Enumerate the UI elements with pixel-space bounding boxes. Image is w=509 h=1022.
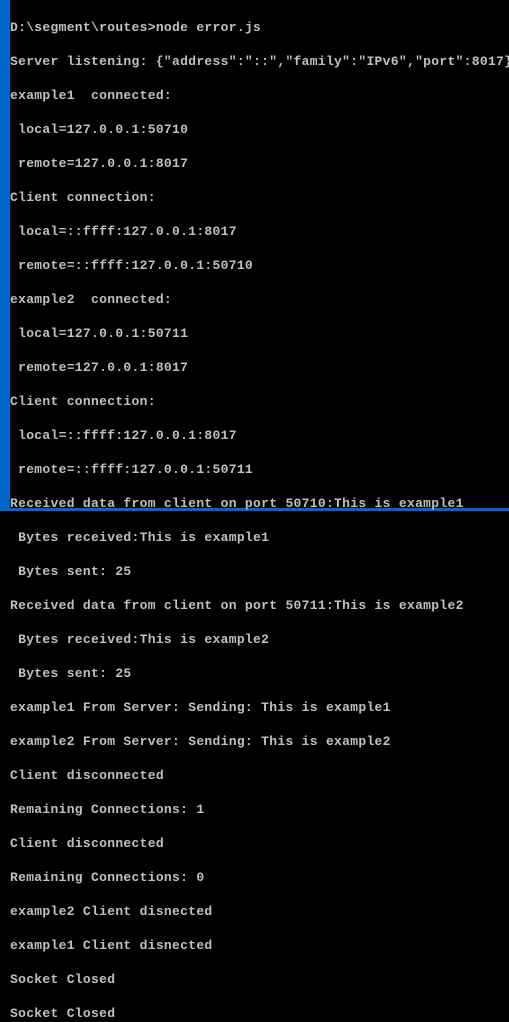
output-line: example2 Client disnected (10, 903, 509, 920)
output-line: Client connection: (10, 189, 509, 206)
command: node error.js (156, 20, 261, 35)
output-line: Received data from client on port 50710:… (10, 495, 509, 512)
output-line: Bytes received:This is example2 (10, 631, 509, 648)
output-line: Client disconnected (10, 767, 509, 784)
output-line: Bytes sent: 25 (10, 665, 509, 682)
output-line: local=::ffff:127.0.0.1:8017 (10, 223, 509, 240)
output-line: local=::ffff:127.0.0.1:8017 (10, 427, 509, 444)
output-line: remote=127.0.0.1:8017 (10, 359, 509, 376)
output-line: Client connection: (10, 393, 509, 410)
command-line: D:\segment\routes>node error.js (10, 19, 509, 36)
output-line: Socket Closed (10, 1005, 509, 1022)
output-line: Socket Closed (10, 971, 509, 988)
output-line: Client disconnected (10, 835, 509, 852)
output-line: example1 From Server: Sending: This is e… (10, 699, 509, 716)
output-line: Bytes received:This is example1 (10, 529, 509, 546)
output-line: local=127.0.0.1:50711 (10, 325, 509, 342)
output-line: remote=::ffff:127.0.0.1:50710 (10, 257, 509, 274)
output-line: Received data from client on port 50711:… (10, 597, 509, 614)
output-line: local=127.0.0.1:50710 (10, 121, 509, 138)
output-line: Remaining Connections: 1 (10, 801, 509, 818)
output-line: Server listening: {"address":"::","famil… (10, 53, 509, 70)
output-line: example1 connected: (10, 87, 509, 104)
output-line: Bytes sent: 25 (10, 563, 509, 580)
prompt: D:\segment\routes> (10, 20, 156, 35)
terminal-output[interactable]: D:\segment\routes>node error.js Server l… (10, 0, 509, 1022)
output-line: example2 connected: (10, 291, 509, 308)
output-line: remote=127.0.0.1:8017 (10, 155, 509, 172)
output-line: example1 Client disnected (10, 937, 509, 954)
output-line: Remaining Connections: 0 (10, 869, 509, 886)
output-line: example2 From Server: Sending: This is e… (10, 733, 509, 750)
output-line: remote=::ffff:127.0.0.1:50711 (10, 461, 509, 478)
